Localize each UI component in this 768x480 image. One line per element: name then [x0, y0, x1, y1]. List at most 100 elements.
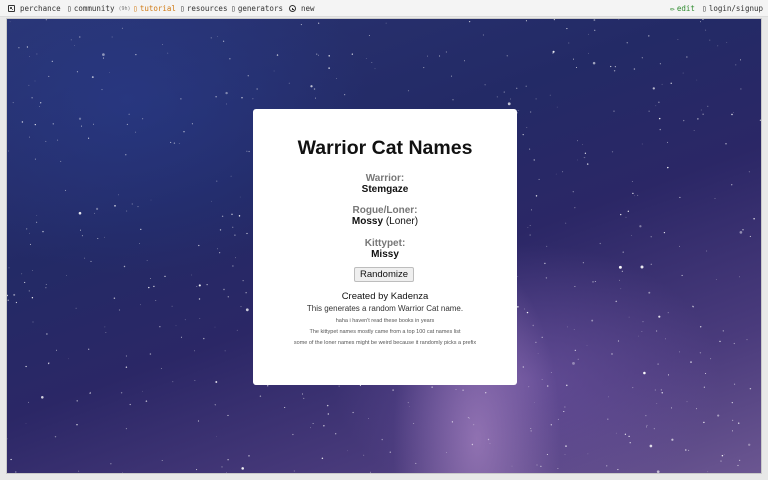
star: [599, 242, 601, 245]
star: [39, 106, 40, 107]
star: [660, 389, 662, 391]
nav-community-label: community: [73, 4, 115, 13]
star: [110, 463, 112, 465]
edit-link[interactable]: ✏ edit: [670, 4, 695, 13]
star: [172, 381, 174, 383]
nav-home-link[interactable]: perchance: [8, 4, 61, 13]
star: [731, 401, 733, 404]
star: [344, 94, 346, 96]
star: [427, 55, 428, 57]
star: [149, 278, 151, 280]
randomize-button[interactable]: Randomize: [354, 267, 414, 282]
star: [198, 298, 201, 300]
star: [620, 213, 622, 216]
star: [503, 91, 505, 93]
star: [587, 52, 589, 54]
star: [245, 292, 247, 294]
star: [749, 235, 751, 237]
star: [313, 88, 316, 90]
star: [125, 154, 127, 156]
star: [371, 61, 373, 64]
star: [102, 53, 105, 56]
star: [148, 286, 150, 289]
star: [32, 270, 33, 271]
star: [696, 79, 698, 81]
star: [685, 449, 687, 451]
nav-resources-link[interactable]: ▯ resources: [180, 4, 227, 13]
login-link[interactable]: ▯ login/signup: [702, 4, 763, 13]
star: [359, 384, 361, 387]
star: [550, 424, 552, 426]
nav-brand-label: perchance: [20, 4, 61, 13]
star: [446, 452, 448, 454]
star: [26, 46, 28, 48]
star: [48, 75, 50, 77]
star: [232, 265, 234, 267]
star: [650, 236, 652, 238]
star: [328, 55, 330, 57]
nav-tutorial-link[interactable]: ▯ tutorial: [133, 4, 176, 13]
star: [45, 284, 47, 285]
star: [484, 84, 486, 86]
star: [139, 243, 140, 244]
star: [722, 330, 724, 332]
star: [565, 445, 567, 447]
star: [471, 443, 474, 446]
star: [10, 458, 12, 461]
star: [196, 469, 198, 471]
star: [224, 350, 226, 352]
nav-generators-link[interactable]: ▯ generators: [231, 4, 283, 13]
star: [102, 57, 105, 59]
star: [173, 142, 176, 144]
star: [51, 60, 53, 62]
star: [389, 451, 392, 453]
star: [654, 389, 656, 391]
star: [663, 232, 666, 234]
star: [66, 275, 67, 276]
star: [392, 389, 394, 391]
star: [735, 64, 737, 66]
star: [88, 137, 90, 139]
star: [667, 166, 669, 169]
star: [737, 464, 739, 467]
star: [142, 390, 143, 392]
star: [697, 118, 699, 120]
star: [607, 418, 609, 420]
star: [642, 321, 644, 323]
star: [572, 191, 574, 193]
nav-community-link[interactable]: ▯ community (9h): [67, 4, 131, 13]
star: [530, 428, 532, 429]
star: [197, 420, 200, 422]
nav-new-link[interactable]: new: [289, 4, 315, 13]
star: [90, 260, 92, 262]
star: [273, 70, 275, 72]
star: [29, 243, 31, 245]
star: [369, 471, 371, 473]
star: [155, 300, 157, 301]
star: [135, 131, 137, 133]
star: [652, 87, 655, 90]
star: [641, 57, 643, 59]
star: [577, 358, 579, 360]
star: [659, 128, 661, 131]
star: [622, 251, 624, 253]
star: [194, 350, 196, 352]
star: [109, 72, 110, 73]
star: [659, 63, 661, 65]
star: [210, 37, 212, 39]
star: [256, 88, 258, 90]
star: [639, 225, 642, 228]
star: [18, 47, 20, 49]
star: [731, 419, 734, 422]
star: [516, 87, 518, 89]
resources-icon: ▯: [180, 4, 185, 13]
star: [731, 430, 734, 432]
star: [368, 35, 370, 36]
star: [748, 171, 750, 173]
star: [215, 96, 217, 98]
rogue-suffix: (Loner): [385, 216, 419, 227]
star: [76, 71, 78, 73]
star: [34, 123, 36, 126]
star: [248, 150, 250, 153]
star: [160, 368, 162, 369]
